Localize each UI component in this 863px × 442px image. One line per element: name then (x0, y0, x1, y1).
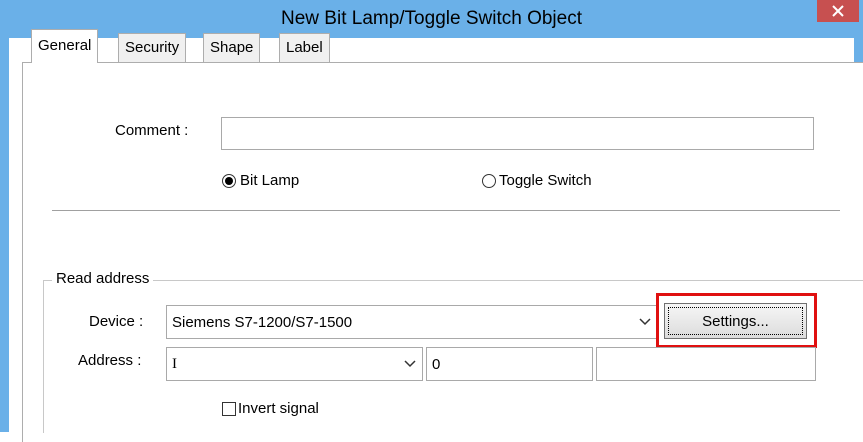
radio-selected-dot (225, 177, 233, 185)
chevron-down-icon (639, 306, 651, 338)
invert-signal-checkbox[interactable] (222, 402, 236, 416)
focus-rectangle (668, 307, 803, 335)
comment-label: Comment : (115, 122, 189, 139)
device-dropdown[interactable]: Siemens S7-1200/S7-1500 (166, 305, 658, 339)
radio-toggle-switch-label[interactable]: Toggle Switch (499, 172, 592, 189)
close-icon (832, 5, 844, 17)
radio-bit-lamp[interactable] (222, 174, 236, 188)
address-label: Address : (78, 352, 142, 369)
tab-general[interactable]: General (31, 29, 99, 63)
read-address-group-title: Read address (52, 270, 154, 287)
close-button[interactable] (817, 0, 859, 22)
invert-signal-label[interactable]: Invert signal (238, 400, 319, 417)
tab-shape-label: Shape (210, 39, 254, 56)
comment-field[interactable] (221, 117, 814, 150)
device-dropdown-value: Siemens S7-1200/S7-1500 (172, 313, 353, 331)
device-label: Device : (89, 313, 144, 330)
tab-label[interactable]: Label (279, 33, 330, 62)
tab-label-label: Label (286, 39, 323, 56)
tab-security[interactable]: Security (118, 33, 187, 62)
address-type-dropdown[interactable]: I (166, 347, 423, 381)
separator (52, 210, 840, 211)
address-extra-field[interactable] (596, 347, 816, 381)
address-field[interactable] (426, 347, 593, 381)
tab-security-label: Security (125, 39, 180, 56)
radio-toggle-switch[interactable] (482, 174, 496, 188)
settings-button[interactable]: Settings... (664, 303, 807, 339)
dialog-window: New Bit Lamp/Toggle Switch Object Genera… (0, 0, 863, 442)
tab-general-label: General (38, 37, 92, 54)
address-type-value: I (172, 355, 177, 372)
chevron-down-icon (404, 348, 416, 380)
tab-shape[interactable]: Shape (203, 33, 261, 62)
radio-bit-lamp-label[interactable]: Bit Lamp (240, 172, 299, 189)
